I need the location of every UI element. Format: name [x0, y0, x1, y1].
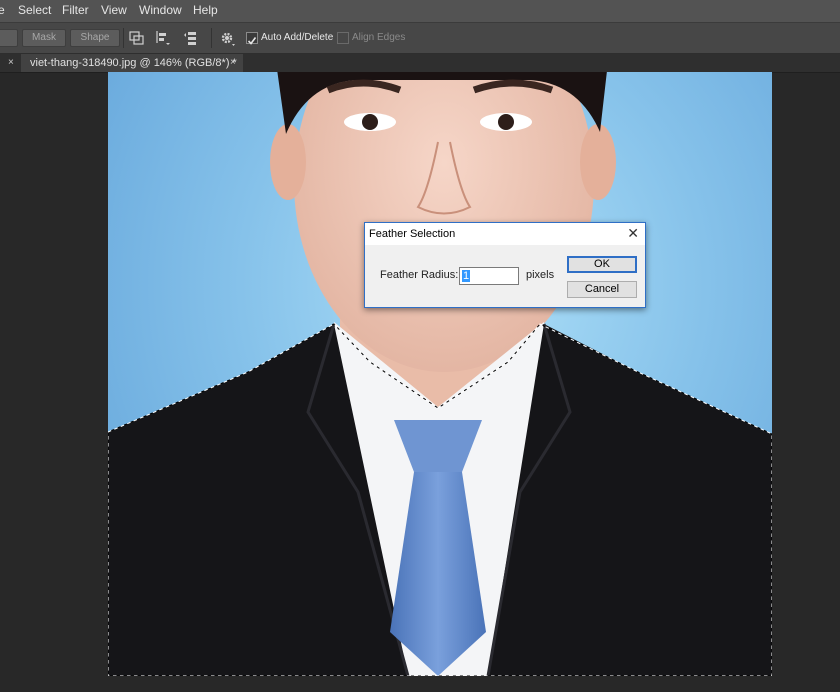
- feather-radius-value: 1: [462, 270, 471, 282]
- cancel-button[interactable]: Cancel: [567, 281, 637, 298]
- path-operations-icon[interactable]: [128, 29, 146, 47]
- checkmark-icon: [247, 37, 257, 45]
- tab-document-title: viet-thang-318490.jpg @ 146% (RGB/8*) *: [30, 57, 237, 69]
- ok-button[interactable]: OK: [567, 256, 637, 273]
- align-edges-checkbox[interactable]: [337, 32, 349, 44]
- tab-document[interactable]: viet-thang-318490.jpg @ 146% (RGB/8*) * …: [21, 54, 243, 72]
- dialog-title-bar[interactable]: Feather Selection ✕: [365, 223, 645, 245]
- auto-add-delete-checkbox[interactable]: [246, 32, 258, 45]
- menu-view[interactable]: View: [101, 3, 127, 17]
- align-edges-label[interactable]: Align Edges: [352, 32, 405, 43]
- feather-selection-dialog: Feather Selection ✕ Feather Radius: 1 pi…: [364, 222, 646, 308]
- portrait-photo: [108, 72, 772, 676]
- mask-button[interactable]: Mask: [22, 29, 66, 47]
- close-icon[interactable]: ×: [8, 57, 14, 69]
- path-arrangement-icon[interactable]: [182, 29, 200, 47]
- document-tab-bar: × viet-thang-318490.jpg @ 146% (RGB/8*) …: [0, 54, 840, 73]
- document-canvas[interactable]: [108, 72, 772, 676]
- dialog-title: Feather Selection: [369, 228, 456, 240]
- close-icon[interactable]: ✕: [627, 225, 639, 241]
- path-alignment-icon[interactable]: [154, 29, 172, 47]
- close-icon[interactable]: ×: [230, 57, 236, 69]
- auto-add-delete-label[interactable]: Auto Add/Delete: [261, 32, 333, 43]
- options-bar: Mask Shape Auto Add/Delete Align Edges: [0, 23, 840, 54]
- menu-edit[interactable]: e: [0, 3, 5, 17]
- menu-filter[interactable]: Filter: [62, 3, 89, 17]
- separator: [211, 28, 212, 48]
- feather-radius-input[interactable]: 1: [459, 267, 519, 285]
- partial-button[interactable]: [0, 29, 18, 47]
- menu-bar: e Select Filter View Window Help: [0, 0, 840, 23]
- menu-window[interactable]: Window: [139, 3, 182, 17]
- menu-help[interactable]: Help: [193, 3, 218, 17]
- gear-icon[interactable]: [218, 29, 236, 47]
- unit-label: pixels: [526, 269, 555, 281]
- shape-button[interactable]: Shape: [70, 29, 120, 47]
- menu-select[interactable]: Select: [18, 3, 51, 17]
- feather-radius-label: Feather Radius:: [380, 269, 459, 281]
- separator: [123, 28, 124, 48]
